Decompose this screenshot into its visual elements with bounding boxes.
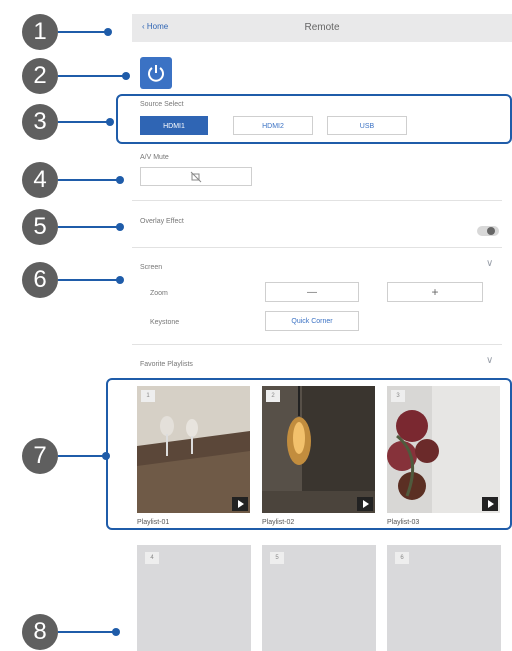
callout-7-line (58, 452, 110, 460)
callout-2-line (58, 72, 130, 80)
playlist-slot-4[interactable]: 4 (137, 545, 251, 651)
zoom-label: Zoom (150, 290, 168, 297)
av-mute-icon (190, 171, 202, 183)
av-mute-label: A/V Mute (140, 154, 169, 161)
av-mute-button[interactable] (140, 167, 252, 186)
callout-1-line (58, 28, 112, 36)
keystone-label: Keystone (150, 319, 180, 326)
callout-7: 7 (22, 438, 58, 474)
screen-section-label: Screen (140, 264, 163, 271)
callout-3: 3 (22, 104, 58, 140)
callout-8: 8 (22, 614, 58, 650)
quick-corner-button[interactable]: Quick Corner (265, 311, 359, 331)
callout-1: 1 (22, 14, 58, 50)
power-icon (148, 65, 164, 82)
callout-5-line (58, 223, 124, 231)
playlist-slot-6[interactable]: 6 (387, 545, 501, 651)
callout-5: 5 (22, 209, 58, 245)
favorite-playlists-highlight-frame (106, 378, 512, 530)
callout-4-line (58, 176, 124, 184)
favorite-playlists-label: Favorite Playlists (140, 361, 193, 368)
callout-6: 6 (22, 262, 58, 298)
callout-4: 4 (22, 162, 58, 198)
zoom-in-button[interactable]: + (387, 282, 483, 302)
overlay-effect-toggle[interactable] (477, 226, 499, 236)
callout-3-line (58, 118, 114, 126)
divider (132, 247, 502, 248)
zoom-out-button[interactable]: — (265, 282, 359, 302)
favorites-chevron-down-icon[interactable]: ∨ (486, 355, 493, 366)
header-bar: ‹ Home Remote (132, 14, 512, 42)
callout-8-line (58, 628, 120, 636)
playlist-4-number: 4 (145, 552, 159, 564)
divider (132, 344, 502, 345)
page-title: Remote (304, 22, 340, 33)
playlist-slot-5[interactable]: 5 (262, 545, 376, 651)
overlay-effect-label: Overlay Effect (140, 218, 184, 225)
screen-chevron-down-icon[interactable]: ∨ (486, 258, 493, 269)
callout-6-line (58, 276, 124, 284)
divider (132, 200, 502, 201)
callout-2: 2 (22, 58, 58, 94)
playlist-5-number: 5 (270, 552, 284, 564)
source-select-highlight-frame (116, 94, 512, 144)
playlist-6-number: 6 (395, 552, 409, 564)
power-button[interactable] (140, 57, 172, 89)
